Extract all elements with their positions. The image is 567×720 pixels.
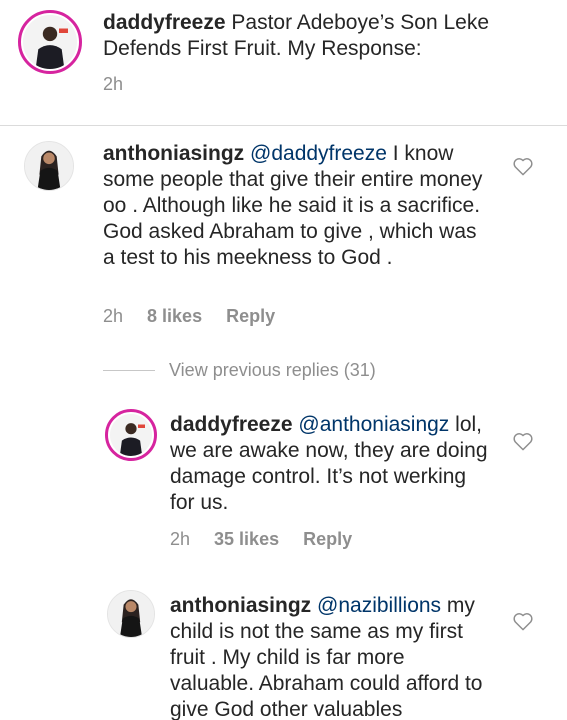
reply-text: daddyfreeze @anthoniasingz lol, we are a… (170, 412, 490, 516)
comment-username[interactable]: anthoniasingz (103, 142, 244, 165)
reply-meta: 2h 35 likes Reply (170, 529, 376, 550)
view-previous-line (103, 369, 155, 371)
profile-photo-icon (25, 142, 73, 190)
comment-text: anthoniasingz @daddyfreeze I know some p… (103, 141, 493, 271)
view-previous-label[interactable]: View previous replies (31) (169, 360, 376, 381)
reply-reply-button[interactable]: Reply (303, 529, 352, 549)
reply-likes[interactable]: 35 likes (214, 529, 279, 549)
reply-text: anthoniasingz @nazibillions my child is … (170, 593, 490, 720)
comment-likes[interactable]: 8 likes (147, 306, 202, 326)
comment-mention[interactable]: @daddyfreeze (250, 142, 387, 165)
reply-time: 2h (170, 529, 191, 549)
caption-meta: 2h (103, 74, 147, 95)
heart-outline-icon[interactable] (512, 431, 534, 451)
comment-avatar[interactable] (24, 141, 74, 191)
caption-text: daddyfreeze Pastor Adeboye’s Son Leke De… (103, 10, 543, 62)
caption-username[interactable]: daddyfreeze (103, 11, 226, 34)
profile-photo-icon (23, 15, 77, 69)
comment-time: 2h (103, 306, 124, 326)
reply-username[interactable]: anthoniasingz (170, 594, 311, 617)
heart-outline-icon[interactable] (512, 156, 534, 176)
reply-username[interactable]: daddyfreeze (170, 413, 293, 436)
post-caption: daddyfreeze Pastor Adeboye’s Son Leke De… (0, 0, 567, 125)
comment-reply-button[interactable]: Reply (226, 306, 275, 326)
reply-avatar[interactable] (107, 590, 155, 638)
reply-mention[interactable]: @nazibillions (317, 594, 441, 617)
caption-divider (0, 125, 567, 126)
view-previous-replies[interactable]: View previous replies (31) (103, 358, 376, 382)
caption-avatar[interactable] (18, 10, 82, 74)
reply-mention[interactable]: @anthoniasingz (298, 413, 449, 436)
profile-photo-icon (108, 591, 154, 637)
comment-meta: 2h 8 likes Reply (103, 306, 299, 327)
reply-avatar[interactable] (105, 409, 157, 461)
profile-photo-icon (110, 414, 152, 456)
caption-time: 2h (103, 74, 124, 94)
heart-outline-icon[interactable] (512, 611, 534, 631)
